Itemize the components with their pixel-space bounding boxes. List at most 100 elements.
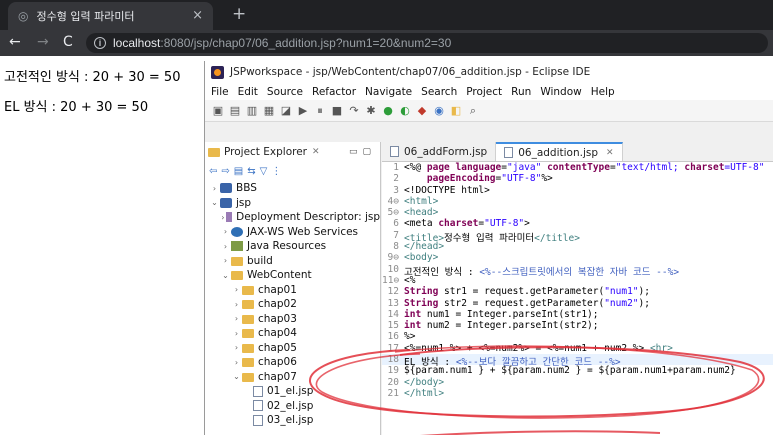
expand-arrow-icon[interactable]: ›: [209, 184, 220, 193]
tree-item-webcontent[interactable]: ⌄ WebContent: [205, 268, 380, 283]
line-number: 14: [387, 308, 399, 320]
tab-close-icon[interactable]: ×: [192, 8, 203, 23]
code-line[interactable]: 7 <title>정수형 입력 파라미터</title>: [382, 230, 773, 244]
code-line[interactable]: 4⊖ <html>: [382, 196, 773, 207]
code-line[interactable]: 6 <meta charset="UTF-8">: [382, 218, 773, 229]
save-icon[interactable]: ▤: [228, 104, 242, 118]
debug-icon[interactable]: ✱: [364, 104, 378, 118]
tree-item-java-resources[interactable]: › Java Resources: [205, 239, 380, 254]
tree-item-02-el-jsp[interactable]: 02_el.jsp: [205, 399, 380, 414]
forward-button[interactable]: →: [37, 34, 49, 50]
tree-item-chap05[interactable]: › chap05: [205, 341, 380, 356]
expand-arrow-icon[interactable]: ›: [220, 227, 231, 236]
project-explorer-title[interactable]: Project Explorer: [224, 146, 307, 158]
coverage-icon[interactable]: ◐: [398, 104, 412, 118]
collapse-arrow-icon[interactable]: ⌄: [231, 372, 242, 381]
code-line[interactable]: 14 int num1 = Integer.parseInt(str1);: [382, 309, 773, 320]
code-line[interactable]: 19 ${param.num1 } + ${param.num2 } = ${pa…: [382, 365, 773, 376]
tree-item-jax-ws[interactable]: › JAX-WS Web Services: [205, 225, 380, 240]
expand-arrow-icon[interactable]: ›: [231, 285, 242, 294]
tree-item-jsp[interactable]: ⌄ jsp: [205, 196, 380, 211]
menu-source[interactable]: Source: [267, 86, 303, 98]
filter-icon[interactable]: ▽: [260, 166, 268, 177]
tree-item-chap02[interactable]: › chap02: [205, 297, 380, 312]
menu-run[interactable]: Run: [511, 86, 531, 98]
new-icon[interactable]: ▣: [211, 104, 225, 118]
menu-file[interactable]: File: [211, 86, 229, 98]
menu-refactor[interactable]: Refactor: [312, 86, 356, 98]
tree-item-01-el-jsp[interactable]: 01_el.jsp: [205, 384, 380, 399]
search-icon[interactable]: ⌕: [466, 104, 480, 118]
tree-item-build[interactable]: › build: [205, 254, 380, 269]
tree-item-chap07[interactable]: ⌄ chap07: [205, 370, 380, 385]
code-line[interactable]: 17 <%=num1 %> + <%=num2%> = <%=num1 + num…: [382, 343, 773, 354]
tree-item-bbs[interactable]: › BBS: [205, 181, 380, 196]
code-line[interactable]: 16 %>: [382, 331, 773, 342]
collapse-arrow-icon[interactable]: ⌄: [220, 271, 231, 280]
link-editor-icon[interactable]: ⇆: [247, 166, 255, 177]
tree-item-chap01[interactable]: › chap01: [205, 283, 380, 298]
tree-item-chap04[interactable]: › chap04: [205, 326, 380, 341]
code-line[interactable]: 1 <%@ page language="java" contentType="t…: [382, 162, 773, 173]
save-all-icon[interactable]: ▥: [245, 104, 259, 118]
expand-arrow-icon[interactable]: ›: [220, 242, 231, 251]
menu-edit[interactable]: Edit: [238, 86, 258, 98]
editor-tab-addition[interactable]: 06_addition.jsp ✕: [496, 142, 623, 161]
tree-item-03-el-jsp[interactable]: 03_el.jsp: [205, 413, 380, 428]
menu-help[interactable]: Help: [591, 86, 615, 98]
code-line[interactable]: 20 </body>: [382, 377, 773, 388]
forward-icon[interactable]: ⇨: [221, 166, 229, 177]
tree-item-chap06[interactable]: › chap06: [205, 355, 380, 370]
menu-navigate[interactable]: Navigate: [365, 86, 412, 98]
tree-label: 03_el.jsp: [267, 414, 314, 427]
run-icon[interactable]: ●: [381, 104, 395, 118]
view-menu-icon[interactable]: ⋮: [271, 166, 281, 177]
collapse-arrow-icon[interactable]: ⌄: [209, 198, 220, 207]
code-line[interactable]: 3 <!DOCTYPE html>: [382, 185, 773, 196]
minimize-maximize-icon[interactable]: ▭▢: [349, 147, 376, 157]
external-tools-icon[interactable]: ◆: [415, 104, 429, 118]
expand-arrow-icon[interactable]: ›: [231, 343, 242, 352]
code-text: <head>: [404, 207, 439, 219]
code-line[interactable]: 15 int num2 = Integer.parseInt(str2);: [382, 320, 773, 331]
info-icon[interactable]: i: [94, 37, 106, 49]
url-path: :8080/jsp/chap07/06_addition.jsp?num1=20…: [160, 36, 452, 50]
terminate-icon[interactable]: ■: [330, 104, 344, 118]
code-line[interactable]: 21 </html>: [382, 388, 773, 399]
suspend-icon[interactable]: ⏸: [313, 104, 327, 118]
code-area[interactable]: 1 <%@ page language="java" contentType="t…: [382, 162, 773, 399]
code-line[interactable]: 5⊖ <head>: [382, 207, 773, 218]
new-tab-button[interactable]: +: [232, 4, 246, 24]
back-button[interactable]: ←: [9, 34, 21, 50]
menu-search[interactable]: Search: [421, 86, 457, 98]
code-line[interactable]: 18 EL 방식 : <%--보다 깔끔하고 간단한 코드 --%>: [382, 354, 773, 368]
skip-breakpoints-icon[interactable]: ◪: [279, 104, 293, 118]
menu-project[interactable]: Project: [466, 86, 502, 98]
expand-arrow-icon[interactable]: ›: [231, 314, 242, 323]
tree-item-chap03[interactable]: › chap03: [205, 312, 380, 327]
open-type-icon[interactable]: ◧: [449, 104, 463, 118]
code-line[interactable]: 12 String str1 = request.getParameter("nu…: [382, 286, 773, 297]
code-line[interactable]: 13 String str2 = request.getParameter("nu…: [382, 298, 773, 309]
expand-arrow-icon[interactable]: ›: [231, 358, 242, 367]
browser-tab[interactable]: ◎ 정수형 입력 파라미터 ×: [8, 2, 213, 30]
expand-arrow-icon[interactable]: ›: [231, 300, 242, 309]
menu-window[interactable]: Window: [540, 86, 581, 98]
resume-icon[interactable]: ▶: [296, 104, 310, 118]
close-view-icon[interactable]: ✕: [312, 147, 320, 157]
new-class-icon[interactable]: ◉: [432, 104, 446, 118]
close-tab-icon[interactable]: ✕: [606, 148, 614, 158]
tree-item-deployment-descriptor[interactable]: › Deployment Descriptor: jsp: [205, 210, 380, 225]
expand-arrow-icon[interactable]: ›: [231, 329, 242, 338]
code-line[interactable]: 10 고전적인 방식 : <%--스크립트릿에서의 복잡한 자바 코드 --%>: [382, 264, 773, 278]
terminal-icon[interactable]: ▦: [262, 104, 276, 118]
address-bar[interactable]: i localhost :8080/jsp/chap07/06_addition…: [86, 33, 768, 53]
code-line[interactable]: 9⊖ <body>: [382, 252, 773, 263]
code-line[interactable]: 2 pageEncoding="UTF-8"%>: [382, 173, 773, 184]
expand-arrow-icon[interactable]: ›: [220, 256, 231, 265]
collapse-all-icon[interactable]: ▤: [234, 166, 243, 177]
back-icon[interactable]: ⇦: [209, 166, 217, 177]
editor-tab-addform[interactable]: 06_addForm.jsp: [382, 142, 497, 161]
reload-button[interactable]: C: [63, 34, 73, 50]
step-icon[interactable]: ↷: [347, 104, 361, 118]
